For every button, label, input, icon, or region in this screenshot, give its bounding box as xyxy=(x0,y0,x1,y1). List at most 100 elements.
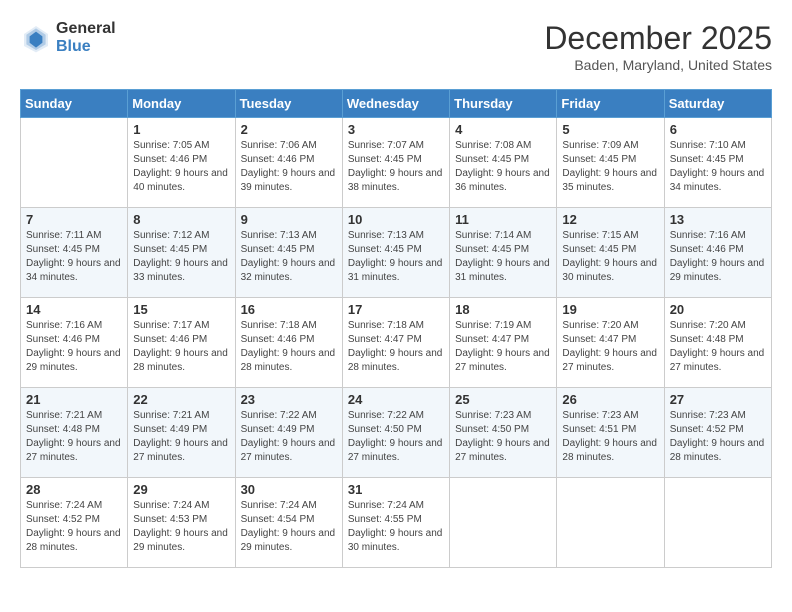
calendar-cell: 20Sunrise: 7:20 AMSunset: 4:48 PMDayligh… xyxy=(664,298,771,388)
calendar-cell: 17 Sunrise: 7:18 AMSunset: 4:47 PMDayligh… xyxy=(342,298,449,388)
day-number: 14 xyxy=(26,302,122,317)
day-info: Sunrise: 7:05 AMSunset: 4:46 PMDaylight:… xyxy=(133,139,229,195)
day-number: 26 xyxy=(562,392,658,407)
day-info: Sunrise: 7:10 AMSunset: 4:45 PMDaylight:… xyxy=(670,139,766,195)
calendar-cell: 22 Sunrise: 7:21 AMSunset: 4:49 PMDayligh… xyxy=(128,388,235,478)
day-info: Sunrise: 7:20 AMSunset: 4:47 PMDaylight:… xyxy=(562,319,658,375)
calendar-cell: 31 Sunrise: 7:24 AMSunset: 4:55 PMDayligh… xyxy=(342,478,449,568)
title-block: December 2025 Baden, Maryland, United St… xyxy=(544,20,772,73)
day-of-week-header: Saturday xyxy=(664,90,771,118)
day-number: 20 xyxy=(670,302,766,317)
day-info: Sunrise: 7:13 AMSunset: 4:45 PMDaylight:… xyxy=(348,229,444,285)
calendar-cell: 23 Sunrise: 7:22 AMSunset: 4:49 PMDayligh… xyxy=(235,388,342,478)
calendar-cell: 15 Sunrise: 7:17 AMSunset: 4:46 PMDayligh… xyxy=(128,298,235,388)
calendar-week-row: 28 Sunrise: 7:24 AMSunset: 4:52 PMDayligh… xyxy=(21,478,772,568)
day-number: 2 xyxy=(241,122,337,137)
calendar-cell: 13Sunrise: 7:16 AMSunset: 4:46 PMDayligh… xyxy=(664,208,771,298)
day-number: 24 xyxy=(348,392,444,407)
day-number: 19 xyxy=(562,302,658,317)
calendar-cell: 7Sunrise: 7:11 AMSunset: 4:45 PMDaylight… xyxy=(21,208,128,298)
day-number: 11 xyxy=(455,212,551,227)
day-info: Sunrise: 7:24 AMSunset: 4:55 PMDaylight:… xyxy=(348,499,444,555)
logo-general-text: General xyxy=(56,20,116,38)
calendar-cell: 1 Sunrise: 7:05 AMSunset: 4:46 PMDaylight… xyxy=(128,118,235,208)
calendar-cell xyxy=(557,478,664,568)
location-subtitle: Baden, Maryland, United States xyxy=(544,57,772,73)
calendar-cell: 19 Sunrise: 7:20 AMSunset: 4:47 PMDayligh… xyxy=(557,298,664,388)
calendar-cell: 9 Sunrise: 7:13 AMSunset: 4:45 PMDaylight… xyxy=(235,208,342,298)
day-number: 6 xyxy=(670,122,766,137)
day-number: 13 xyxy=(670,212,766,227)
calendar-cell xyxy=(21,118,128,208)
day-number: 15 xyxy=(133,302,229,317)
logo-blue-text: Blue xyxy=(56,38,116,56)
calendar-cell: 16Sunrise: 7:18 AMSunset: 4:46 PMDayligh… xyxy=(235,298,342,388)
calendar-cell: 6 Sunrise: 7:10 AMSunset: 4:45 PMDaylight… xyxy=(664,118,771,208)
day-info: Sunrise: 7:12 AMSunset: 4:45 PMDaylight:… xyxy=(133,229,229,285)
day-number: 28 xyxy=(26,482,122,497)
day-of-week-header: Tuesday xyxy=(235,90,342,118)
day-info: Sunrise: 7:14 AMSunset: 4:45 PMDaylight:… xyxy=(455,229,551,285)
calendar-cell xyxy=(450,478,557,568)
day-number: 8 xyxy=(133,212,229,227)
day-info: Sunrise: 7:17 AMSunset: 4:46 PMDaylight:… xyxy=(133,319,229,375)
day-number: 29 xyxy=(133,482,229,497)
calendar-week-row: 7Sunrise: 7:11 AMSunset: 4:45 PMDaylight… xyxy=(21,208,772,298)
calendar-cell: 30 Sunrise: 7:24 AMSunset: 4:54 PMDayligh… xyxy=(235,478,342,568)
calendar-cell: 2 Sunrise: 7:06 AMSunset: 4:46 PMDaylight… xyxy=(235,118,342,208)
day-number: 10 xyxy=(348,212,444,227)
day-number: 17 xyxy=(348,302,444,317)
calendar-cell: 12 Sunrise: 7:15 AMSunset: 4:45 PMDayligh… xyxy=(557,208,664,298)
day-number: 1 xyxy=(133,122,229,137)
calendar-cell: 11 Sunrise: 7:14 AMSunset: 4:45 PMDayligh… xyxy=(450,208,557,298)
day-info: Sunrise: 7:24 AMSunset: 4:52 PMDaylight:… xyxy=(26,499,122,555)
calendar-cell: 5 Sunrise: 7:09 AMSunset: 4:45 PMDaylight… xyxy=(557,118,664,208)
day-info: Sunrise: 7:18 AMSunset: 4:47 PMDaylight:… xyxy=(348,319,444,375)
day-number: 16 xyxy=(241,302,337,317)
day-info: Sunrise: 7:21 AMSunset: 4:49 PMDaylight:… xyxy=(133,409,229,465)
day-info: Sunrise: 7:06 AMSunset: 4:46 PMDaylight:… xyxy=(241,139,337,195)
day-number: 31 xyxy=(348,482,444,497)
day-info: Sunrise: 7:08 AMSunset: 4:45 PMDaylight:… xyxy=(455,139,551,195)
calendar-week-row: 1 Sunrise: 7:05 AMSunset: 4:46 PMDaylight… xyxy=(21,118,772,208)
day-info: Sunrise: 7:15 AMSunset: 4:45 PMDaylight:… xyxy=(562,229,658,285)
day-number: 23 xyxy=(241,392,337,407)
day-number: 12 xyxy=(562,212,658,227)
day-number: 3 xyxy=(348,122,444,137)
day-of-week-header: Wednesday xyxy=(342,90,449,118)
day-of-week-header: Monday xyxy=(128,90,235,118)
logo: General Blue xyxy=(20,20,116,55)
calendar-cell: 4 Sunrise: 7:08 AMSunset: 4:45 PMDaylight… xyxy=(450,118,557,208)
day-of-week-header: Sunday xyxy=(21,90,128,118)
calendar-cell: 21Sunrise: 7:21 AMSunset: 4:48 PMDayligh… xyxy=(21,388,128,478)
calendar-cell: 14 Sunrise: 7:16 AMSunset: 4:46 PMDayligh… xyxy=(21,298,128,388)
day-info: Sunrise: 7:13 AMSunset: 4:45 PMDaylight:… xyxy=(241,229,337,285)
calendar-cell: 29Sunrise: 7:24 AMSunset: 4:53 PMDayligh… xyxy=(128,478,235,568)
calendar-cell: 26Sunrise: 7:23 AMSunset: 4:51 PMDayligh… xyxy=(557,388,664,478)
day-number: 18 xyxy=(455,302,551,317)
day-info: Sunrise: 7:22 AMSunset: 4:49 PMDaylight:… xyxy=(241,409,337,465)
day-info: Sunrise: 7:19 AMSunset: 4:47 PMDaylight:… xyxy=(455,319,551,375)
day-info: Sunrise: 7:09 AMSunset: 4:45 PMDaylight:… xyxy=(562,139,658,195)
calendar-cell: 18 Sunrise: 7:19 AMSunset: 4:47 PMDayligh… xyxy=(450,298,557,388)
day-number: 27 xyxy=(670,392,766,407)
day-info: Sunrise: 7:24 AMSunset: 4:54 PMDaylight:… xyxy=(241,499,337,555)
logo-icon xyxy=(20,22,52,54)
day-number: 5 xyxy=(562,122,658,137)
day-number: 9 xyxy=(241,212,337,227)
day-info: Sunrise: 7:23 AMSunset: 4:50 PMDaylight:… xyxy=(455,409,551,465)
calendar-cell xyxy=(664,478,771,568)
day-info: Sunrise: 7:11 AMSunset: 4:45 PMDaylight:… xyxy=(26,229,122,285)
calendar-cell: 28 Sunrise: 7:24 AMSunset: 4:52 PMDayligh… xyxy=(21,478,128,568)
calendar-cell: 27 Sunrise: 7:23 AMSunset: 4:52 PMDayligh… xyxy=(664,388,771,478)
day-number: 4 xyxy=(455,122,551,137)
calendar-cell: 24Sunrise: 7:22 AMSunset: 4:50 PMDayligh… xyxy=(342,388,449,478)
day-info: Sunrise: 7:23 AMSunset: 4:52 PMDaylight:… xyxy=(670,409,766,465)
day-of-week-header: Thursday xyxy=(450,90,557,118)
calendar-cell: 3Sunrise: 7:07 AMSunset: 4:45 PMDaylight… xyxy=(342,118,449,208)
day-number: 30 xyxy=(241,482,337,497)
page-header: General Blue December 2025 Baden, Maryla… xyxy=(20,20,772,73)
day-number: 22 xyxy=(133,392,229,407)
day-info: Sunrise: 7:16 AMSunset: 4:46 PMDaylight:… xyxy=(26,319,122,375)
day-info: Sunrise: 7:21 AMSunset: 4:48 PMDaylight:… xyxy=(26,409,122,465)
